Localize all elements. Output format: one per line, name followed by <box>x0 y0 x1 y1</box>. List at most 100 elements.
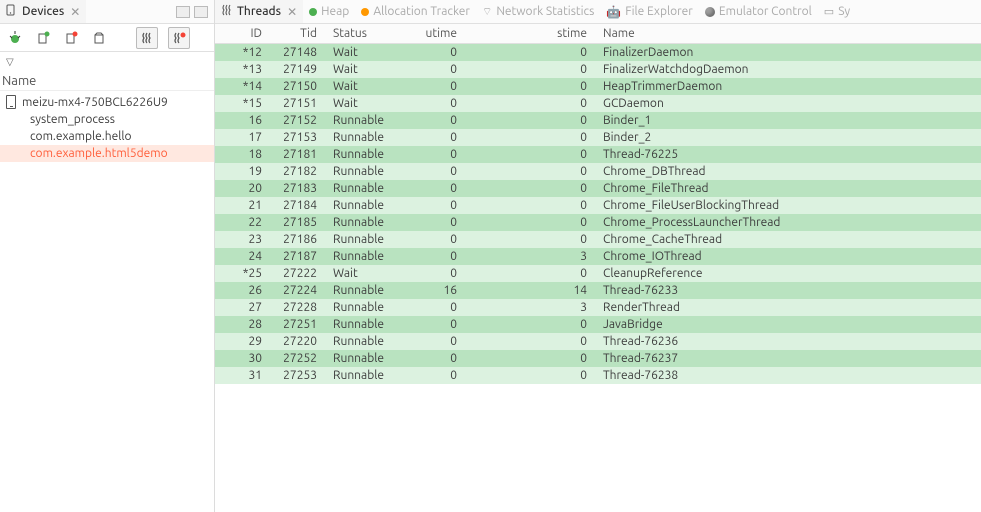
col-header-id[interactable]: ID <box>215 24 270 44</box>
table-row[interactable]: 1827181Runnable00Thread-76225 <box>215 146 981 163</box>
cell-name: Chrome_ProcessLauncherThread <box>595 214 981 231</box>
table-row[interactable]: *1327149Wait00FinalizerWatchdogDaemon <box>215 61 981 78</box>
start-method-profiling-button[interactable] <box>168 27 190 49</box>
table-row[interactable]: 2127184Runnable00Chrome_FileUserBlocking… <box>215 197 981 214</box>
table-row[interactable]: *2527222Wait00CleanupReference <box>215 265 981 282</box>
table-row[interactable]: 2027183Runnable00Chrome_FileThread <box>215 180 981 197</box>
table-row[interactable]: 1627152Runnable00Binder_1 <box>215 112 981 129</box>
tab-heap[interactable]: Heap <box>303 0 355 23</box>
threads-table-container[interactable]: ID Tid Status utime stime Name *1227148W… <box>215 24 981 512</box>
devices-column-header[interactable]: Name <box>0 68 214 91</box>
table-row[interactable]: 3127253Runnable00Thread-76238 <box>215 367 981 384</box>
table-row[interactable]: *1527151Wait00GCDaemon <box>215 95 981 112</box>
col-header-tid[interactable]: Tid <box>270 24 325 44</box>
cell-id: 20 <box>215 180 270 197</box>
table-row[interactable]: 2327186Runnable00Chrome_CacheThread <box>215 231 981 248</box>
cell-tid: 27152 <box>270 112 325 129</box>
tab-network-statistics[interactable]: ⌔Network Statistics <box>476 0 600 23</box>
device-tree-item[interactable]: meizu-mx4-750BCL6226U9 <box>0 93 214 111</box>
cell-tid: 27220 <box>270 333 325 350</box>
cell-id: 17 <box>215 129 270 146</box>
cell-tid: 27253 <box>270 367 325 384</box>
cell-stime: 0 <box>465 180 595 197</box>
tab-emulator-control[interactable]: Emulator Control <box>699 0 818 23</box>
table-row[interactable]: *1227148Wait00FinalizerDaemon <box>215 44 981 62</box>
close-icon[interactable]: ✕ <box>70 5 80 19</box>
cell-id: 18 <box>215 146 270 163</box>
table-row[interactable]: 3027252Runnable00Thread-76237 <box>215 350 981 367</box>
table-row[interactable]: 2827251Runnable00JavaBridge <box>215 316 981 333</box>
close-icon[interactable]: ✕ <box>287 5 297 19</box>
table-row[interactable]: 1727153Runnable00Binder_2 <box>215 129 981 146</box>
col-header-status[interactable]: Status <box>325 24 405 44</box>
cell-tid: 27181 <box>270 146 325 163</box>
col-header-utime[interactable]: utime <box>405 24 465 44</box>
phone-icon <box>6 95 16 109</box>
device-tree-item-label: meizu-mx4-750BCL6226U9 <box>22 96 168 109</box>
update-threads-button[interactable] <box>136 27 158 49</box>
tab-label: File Explorer <box>625 5 693 18</box>
cell-status: Runnable <box>325 146 405 163</box>
cell-name: Thread-76233 <box>595 282 981 299</box>
cell-stime: 0 <box>465 333 595 350</box>
cell-tid: 27187 <box>270 248 325 265</box>
cell-name: FinalizerWatchdogDaemon <box>595 61 981 78</box>
table-row[interactable]: 2627224Runnable1614Thread-76233 <box>215 282 981 299</box>
cell-id: *14 <box>215 78 270 95</box>
table-row[interactable]: 2427187Runnable03Chrome_IOThread <box>215 248 981 265</box>
device-tree-item-label: com.example.hello <box>30 130 132 143</box>
cell-tid: 27151 <box>270 95 325 112</box>
devices-toolbar <box>0 24 214 52</box>
cell-name: Binder_1 <box>595 112 981 129</box>
debug-button[interactable] <box>6 29 24 47</box>
cell-name: Thread-76236 <box>595 333 981 350</box>
cell-utime: 0 <box>405 163 465 180</box>
devices-icon <box>6 4 18 19</box>
tab-file-explorer[interactable]: 🤖File Explorer <box>600 0 699 23</box>
cell-status: Wait <box>325 61 405 78</box>
maximize-view-button[interactable] <box>194 6 208 18</box>
minimize-view-button[interactable] <box>176 6 190 18</box>
table-row[interactable]: 2227185Runnable00Chrome_ProcessLauncherT… <box>215 214 981 231</box>
update-heap-button[interactable] <box>34 29 52 47</box>
tab-allocation-tracker[interactable]: Allocation Tracker <box>355 0 476 23</box>
threads-table: ID Tid Status utime stime Name *1227148W… <box>215 24 981 384</box>
cell-name: Chrome_CacheThread <box>595 231 981 248</box>
dump-hprof-button[interactable] <box>62 29 80 47</box>
col-header-stime[interactable]: stime <box>465 24 595 44</box>
cell-stime: 0 <box>465 95 595 112</box>
cell-status: Runnable <box>325 367 405 384</box>
table-row[interactable]: 2727228Runnable03RenderThread <box>215 299 981 316</box>
cell-status: Runnable <box>325 333 405 350</box>
cell-tid: 27222 <box>270 265 325 282</box>
view-window-controls <box>176 6 214 18</box>
col-header-name[interactable]: Name <box>595 24 981 44</box>
toolbar-overflow-icon[interactable]: ▽ <box>0 52 214 68</box>
cell-status: Runnable <box>325 282 405 299</box>
table-row[interactable]: 1927182Runnable00Chrome_DBThread <box>215 163 981 180</box>
cell-utime: 0 <box>405 367 465 384</box>
cell-name: Chrome_FileThread <box>595 180 981 197</box>
tab-label: Network Statistics <box>496 5 594 18</box>
cell-stime: 0 <box>465 197 595 214</box>
table-row[interactable]: *1427150Wait00HeapTrimmerDaemon <box>215 78 981 95</box>
cell-utime: 0 <box>405 146 465 163</box>
tab-sy[interactable]: ▭Sy <box>818 0 856 23</box>
tab-threads[interactable]: Threads✕ <box>215 0 303 23</box>
cell-status: Runnable <box>325 129 405 146</box>
cause-gc-button[interactable] <box>90 29 108 47</box>
tab-label: Sy <box>838 5 850 18</box>
cell-status: Runnable <box>325 316 405 333</box>
device-tree-item[interactable]: com.example.hello <box>0 128 214 145</box>
device-tree[interactable]: meizu-mx4-750BCL6226U9 system_process com.… <box>0 91 214 512</box>
cell-name: JavaBridge <box>595 316 981 333</box>
table-row[interactable]: 2927220Runnable00Thread-76236 <box>215 333 981 350</box>
cell-stime: 0 <box>465 367 595 384</box>
devices-tab-label: Devices <box>22 5 64 18</box>
cell-stime: 0 <box>465 316 595 333</box>
devices-tab[interactable]: Devices ✕ <box>0 0 86 23</box>
cell-utime: 0 <box>405 350 465 367</box>
cell-stime: 3 <box>465 248 595 265</box>
device-tree-item[interactable]: com.example.html5demo <box>0 145 214 162</box>
device-tree-item[interactable]: system_process <box>0 111 214 128</box>
